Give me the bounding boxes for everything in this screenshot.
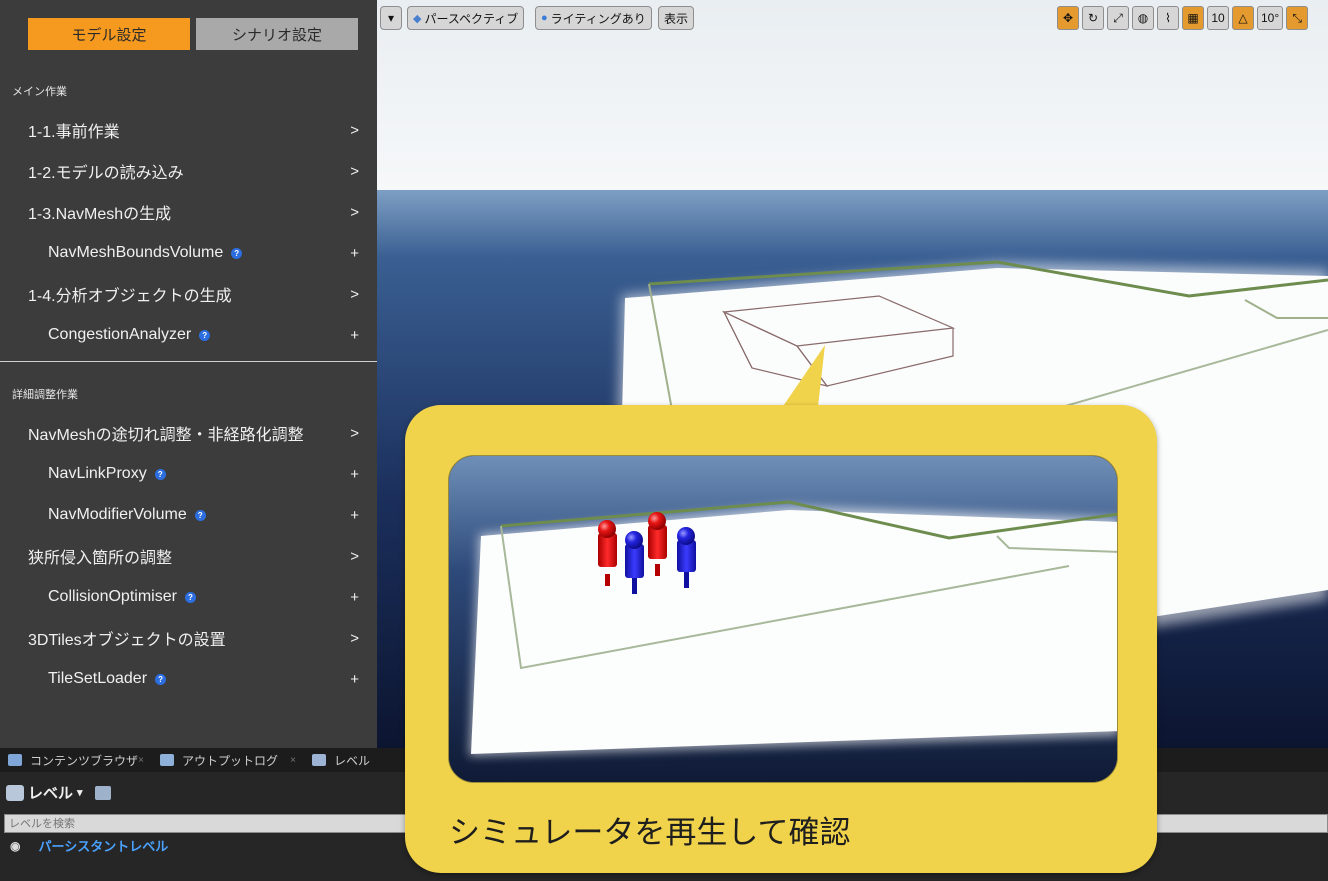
chevron-right-icon: > xyxy=(350,547,359,565)
plus-icon[interactable]: + xyxy=(350,466,359,483)
level-name: パーシスタントレベル xyxy=(38,839,169,854)
menu-item-load-model[interactable]: 1-2.モデルの読み込み > xyxy=(0,154,377,188)
grid-snap-value[interactable]: 10 xyxy=(1207,6,1229,30)
chevron-down-icon: ▾ xyxy=(77,787,83,799)
tab-label: レベル xyxy=(334,753,371,768)
levels-icon xyxy=(312,754,326,766)
menu-item-label: NavMeshBoundsVolume xyxy=(48,244,224,261)
plus-icon[interactable]: + xyxy=(350,671,359,688)
callout-caption: シミュレータを再生して確認 xyxy=(449,815,851,851)
scale-snap-icon[interactable]: ⤡ xyxy=(1286,6,1309,30)
show-button[interactable]: 表示 xyxy=(658,6,695,30)
plus-icon[interactable]: + xyxy=(350,245,359,262)
rotate-tool-icon[interactable]: ↻ xyxy=(1082,6,1104,30)
tab-levels[interactable]: レベル xyxy=(304,748,404,772)
scenario-settings-tab[interactable]: シナリオ設定 xyxy=(196,18,358,50)
info-icon[interactable]: ? xyxy=(184,591,196,603)
menu-item-label: 1-2.モデルの読み込み xyxy=(28,165,184,182)
chevron-right-icon: > xyxy=(350,162,359,180)
viewport-options-dropdown[interactable]: ▾ xyxy=(380,6,402,30)
chevron-right-icon: > xyxy=(350,203,359,221)
info-icon[interactable]: ? xyxy=(199,329,211,341)
eye-visibility-icon[interactable]: ◉ xyxy=(10,839,20,853)
menu-item-navlink-proxy[interactable]: NavLinkProxy ? + xyxy=(0,457,377,491)
perspective-button[interactable]: ◆ パースペクティブ xyxy=(407,6,525,30)
menu-item-tileset-loader[interactable]: TileSetLoader ? + xyxy=(0,662,377,696)
chevron-right-icon: > xyxy=(350,424,359,442)
tab-label: コンテンツブラウザ xyxy=(30,753,139,768)
left-panel: モデル設定 シナリオ設定 メイン作業 1-1.事前作業 > 1-2.モデルの読み… xyxy=(0,0,377,748)
menu-item-generate-analysis-object[interactable]: 1-4.分析オブジェクトの生成 > xyxy=(0,277,377,311)
menu-item-label: 1-4.分析オブジェクトの生成 xyxy=(28,288,232,305)
menu-item-collision-optimiser[interactable]: CollisionOptimiser ? + xyxy=(0,580,377,614)
close-icon[interactable]: × xyxy=(138,755,144,766)
info-icon[interactable]: ? xyxy=(231,247,243,259)
transform-toolbar: ✥ ↻ ⤢ ◍ ⌇ ▦ 10 △ 10° ⤡ xyxy=(1057,6,1309,30)
detail-section-title: 詳細調整作業 xyxy=(12,389,78,401)
menu-item-congestion-analyzer[interactable]: CongestionAnalyzer ? + xyxy=(0,318,377,352)
close-icon[interactable]: × xyxy=(290,755,296,766)
menu-item-narrow-space-adjust[interactable]: 狭所侵入箇所の調整 > xyxy=(0,539,377,573)
menu-item-label: NavMeshの途切れ調整・非経路化調整 xyxy=(28,427,304,444)
output-log-icon xyxy=(160,754,174,766)
lighting-label: ライティングあり xyxy=(550,11,646,26)
simulation-preview-image xyxy=(448,455,1118,783)
chevron-right-icon: > xyxy=(350,629,359,647)
info-icon[interactable]: ? xyxy=(194,509,206,521)
callout-bubble: シミュレータを再生して確認 xyxy=(405,345,1157,873)
menu-item-navmesh-adjust[interactable]: NavMeshの途切れ調整・非経路化調整 > xyxy=(0,416,377,450)
levels-menu-button[interactable]: レベル ▾ xyxy=(6,782,111,803)
rotation-snap-value[interactable]: 10° xyxy=(1257,6,1284,30)
menu-item-label: 3DTilesオブジェクトの設置 xyxy=(28,632,226,649)
content-browser-icon xyxy=(8,754,22,766)
cube-perspective-icon: ◆ xyxy=(413,12,422,25)
menu-item-label: 狭所侵入箇所の調整 xyxy=(28,550,173,567)
info-icon[interactable]: ? xyxy=(154,468,166,480)
rotation-snap-icon[interactable]: △ xyxy=(1232,6,1254,30)
lighting-button[interactable]: ● ライティングあり xyxy=(535,6,652,30)
level-list-item[interactable]: ◉ パーシスタントレベル xyxy=(10,836,168,855)
chevron-down-icon: ▾ xyxy=(387,11,395,25)
plus-icon[interactable]: + xyxy=(350,507,359,524)
tab-output-log[interactable]: アウトプットログ × xyxy=(152,748,302,772)
menu-item-label: 1-3.NavMeshの生成 xyxy=(28,206,172,223)
show-label: 表示 xyxy=(664,11,689,26)
chevron-right-icon: > xyxy=(350,121,359,139)
plus-icon[interactable]: + xyxy=(350,327,359,344)
levels-icon xyxy=(6,784,24,801)
levels-header-label: レベル xyxy=(28,785,74,802)
menu-item-3dtiles-placement[interactable]: 3DTilesオブジェクトの設置 > xyxy=(0,621,377,655)
menu-item-label: CongestionAnalyzer xyxy=(48,326,192,343)
perspective-label: パースペクティブ xyxy=(424,11,519,26)
grid-snap-icon[interactable]: ▦ xyxy=(1182,6,1204,30)
level-details-icon[interactable] xyxy=(94,785,111,800)
menu-item-preparation[interactable]: 1-1.事前作業 > xyxy=(0,113,377,147)
scale-tool-icon[interactable]: ⤢ xyxy=(1107,6,1129,30)
menu-item-navmodifier-volume[interactable]: NavModifierVolume ? + xyxy=(0,498,377,532)
menu-item-label: TileSetLoader xyxy=(48,670,148,687)
world-space-icon[interactable]: ◍ xyxy=(1132,6,1154,30)
tab-label: アウトプットログ xyxy=(182,753,279,768)
surface-snap-icon[interactable]: ⌇ xyxy=(1157,6,1179,30)
menu-item-label: CollisionOptimiser xyxy=(48,588,177,605)
menu-item-navmesh-bounds-volume[interactable]: NavMeshBoundsVolume ? + xyxy=(0,236,377,270)
model-settings-tab[interactable]: モデル設定 xyxy=(28,18,190,50)
tab-content-browser[interactable]: コンテンツブラウザ × xyxy=(0,748,150,772)
section-divider xyxy=(0,361,377,362)
plus-icon[interactable]: + xyxy=(350,589,359,606)
simulation-scene xyxy=(449,456,1117,782)
info-icon[interactable]: ? xyxy=(155,673,167,685)
menu-item-label: 1-1.事前作業 xyxy=(28,124,120,141)
translate-tool-icon[interactable]: ✥ xyxy=(1057,6,1079,30)
chevron-right-icon: > xyxy=(350,285,359,303)
sphere-lit-icon: ● xyxy=(541,12,548,24)
main-section-title: メイン作業 xyxy=(12,86,67,98)
menu-item-generate-navmesh[interactable]: 1-3.NavMeshの生成 > xyxy=(0,195,377,229)
menu-item-label: NavLinkProxy xyxy=(48,465,147,482)
menu-item-label: NavModifierVolume xyxy=(48,506,187,523)
